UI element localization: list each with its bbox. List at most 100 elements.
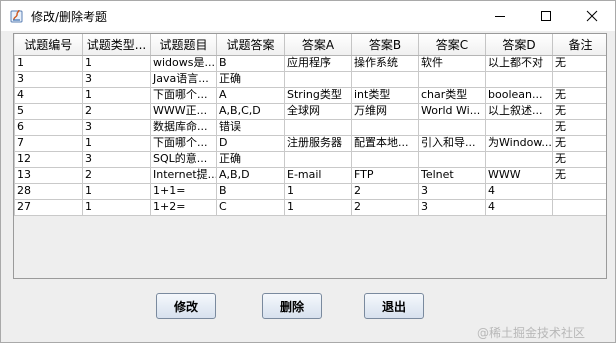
- table-cell[interactable]: 5: [14, 102, 83, 120]
- table-cell[interactable]: 注册服务器: [284, 134, 352, 152]
- table-cell[interactable]: 1: [284, 182, 352, 200]
- table-cell[interactable]: E-mail: [284, 166, 352, 184]
- table-cell[interactable]: widows是...: [150, 54, 217, 72]
- table-cell[interactable]: 为Window...: [485, 134, 553, 152]
- minimize-button[interactable]: [477, 1, 523, 31]
- table-cell[interactable]: 错误: [216, 118, 285, 136]
- table-row[interactable]: 7 1 下面哪个... D 注册服务器 配置本地... 引入和导... 为Window... 无: [14, 134, 606, 152]
- table-cell[interactable]: [552, 182, 606, 200]
- table-cell[interactable]: 12: [14, 150, 83, 168]
- table-cell[interactable]: 1: [14, 54, 83, 72]
- table-cell[interactable]: 以上都不对: [485, 54, 553, 72]
- close-button[interactable]: [569, 1, 615, 31]
- table-cell[interactable]: [284, 118, 352, 136]
- column-header[interactable]: 试题题目: [150, 34, 217, 56]
- table-cell[interactable]: A: [216, 86, 285, 104]
- table-cell[interactable]: 27: [14, 198, 83, 216]
- table-cell[interactable]: 3: [418, 198, 486, 216]
- table-cell[interactable]: 下面哪个...: [150, 86, 217, 104]
- table-row[interactable]: 28 1 1+1= B 1 2 3 4: [14, 182, 606, 200]
- table-row[interactable]: 3 3 Java语言... 正确: [14, 70, 606, 88]
- questions-table[interactable]: 试题编号 试题类型... 试题题目 试题答案 答案A 答案B 答案C 答案D 备…: [14, 34, 606, 216]
- table-cell[interactable]: 13: [14, 166, 83, 184]
- table-cell[interactable]: String类型: [284, 86, 352, 104]
- table-cell[interactable]: WWW正...: [150, 102, 217, 120]
- table-cell[interactable]: Java语言...: [150, 70, 217, 88]
- table-cell[interactable]: 全球网: [284, 102, 352, 120]
- table-cell[interactable]: 引入和导...: [418, 134, 486, 152]
- column-header[interactable]: 试题类型...: [82, 34, 151, 56]
- table-cell[interactable]: WWW: [485, 166, 553, 184]
- table-cell[interactable]: [485, 70, 553, 88]
- table-cell[interactable]: 无: [552, 166, 606, 184]
- table-cell[interactable]: 4: [485, 198, 553, 216]
- table-cell[interactable]: 1: [82, 54, 151, 72]
- table-cell[interactable]: SQL的意...: [150, 150, 217, 168]
- table-cell[interactable]: 正确: [216, 150, 285, 168]
- table-cell[interactable]: 3: [14, 70, 83, 88]
- table-cell[interactable]: 1: [284, 198, 352, 216]
- table-cell[interactable]: [351, 70, 419, 88]
- table-cell[interactable]: A,B,C,D: [216, 102, 285, 120]
- table-row[interactable]: 1 1 widows是... B 应用程序 操作系统 软件 以上都不对无: [14, 54, 606, 72]
- table-cell[interactable]: B: [216, 54, 285, 72]
- modify-button[interactable]: 修改: [156, 293, 216, 319]
- table-cell[interactable]: [552, 70, 606, 88]
- table-cell[interactable]: 数据库命...: [150, 118, 217, 136]
- table-cell[interactable]: 4: [14, 86, 83, 104]
- table-cell[interactable]: [485, 150, 553, 168]
- table-cell[interactable]: 2: [82, 166, 151, 184]
- table-row[interactable]: 13 2 Internet提... A,B,D E-mail FTP Telnet WWW 无: [14, 166, 606, 184]
- table-cell[interactable]: D: [216, 134, 285, 152]
- table-row[interactable]: 4 1 下面哪个... A String类型 int类型 char类型 boolean... 无: [14, 86, 606, 104]
- table-cell[interactable]: A,B,D: [216, 166, 285, 184]
- table-cell[interactable]: 3: [418, 182, 486, 200]
- table-cell[interactable]: 万维网: [351, 102, 419, 120]
- table-cell[interactable]: [351, 118, 419, 136]
- table-cell[interactable]: 6: [14, 118, 83, 136]
- table-row[interactable]: 27 1 1+2= C 1 2 3 4: [14, 198, 606, 216]
- table-cell[interactable]: C: [216, 198, 285, 216]
- table-cell[interactable]: [418, 118, 486, 136]
- table-cell[interactable]: [351, 150, 419, 168]
- table-cell[interactable]: 28: [14, 182, 83, 200]
- table-cell[interactable]: Internet提...: [150, 166, 217, 184]
- column-header[interactable]: 答案D: [485, 34, 553, 56]
- table-cell[interactable]: 4: [485, 182, 553, 200]
- table-cell[interactable]: 1: [82, 182, 151, 200]
- table-cell[interactable]: 无: [552, 150, 606, 168]
- table-cell[interactable]: 7: [14, 134, 83, 152]
- column-header[interactable]: 答案C: [418, 34, 486, 56]
- table-cell[interactable]: 配置本地...: [351, 134, 419, 152]
- table-cell[interactable]: [284, 150, 352, 168]
- table-cell[interactable]: 无: [552, 54, 606, 72]
- table-row[interactable]: 5 2 WWW正... A,B,C,D 全球网 万维网 World Wi... 以上叙述...…: [14, 102, 606, 120]
- table-cell[interactable]: 正确: [216, 70, 285, 88]
- table-cell[interactable]: 2: [351, 198, 419, 216]
- table-cell[interactable]: 无: [552, 86, 606, 104]
- table-cell[interactable]: 1: [82, 134, 151, 152]
- table-cell[interactable]: [418, 150, 486, 168]
- table-cell[interactable]: 无: [552, 102, 606, 120]
- column-header[interactable]: 答案A: [284, 34, 352, 56]
- table-cell[interactable]: 3: [82, 70, 151, 88]
- delete-button[interactable]: 删除: [262, 293, 322, 319]
- table-cell[interactable]: boolean...: [485, 86, 553, 104]
- table-cell[interactable]: 1+1=: [150, 182, 217, 200]
- table-cell[interactable]: FTP: [351, 166, 419, 184]
- questions-table-scrollpane[interactable]: 试题编号 试题类型... 试题题目 试题答案 答案A 答案B 答案C 答案D 备…: [13, 33, 607, 279]
- table-cell[interactable]: 下面哪个...: [150, 134, 217, 152]
- table-cell[interactable]: 1: [82, 198, 151, 216]
- table-cell[interactable]: 2: [351, 182, 419, 200]
- table-cell[interactable]: 无: [552, 134, 606, 152]
- table-cell[interactable]: Telnet: [418, 166, 486, 184]
- table-cell[interactable]: 3: [82, 150, 151, 168]
- table-cell[interactable]: World Wi...: [418, 102, 486, 120]
- table-cell[interactable]: 无: [552, 118, 606, 136]
- table-cell[interactable]: int类型: [351, 86, 419, 104]
- table-cell[interactable]: 1: [82, 86, 151, 104]
- column-header[interactable]: 备注: [552, 34, 606, 56]
- table-cell[interactable]: 以上叙述...: [485, 102, 553, 120]
- table-row[interactable]: 6 3 数据库命... 错误 无: [14, 118, 606, 136]
- table-cell[interactable]: char类型: [418, 86, 486, 104]
